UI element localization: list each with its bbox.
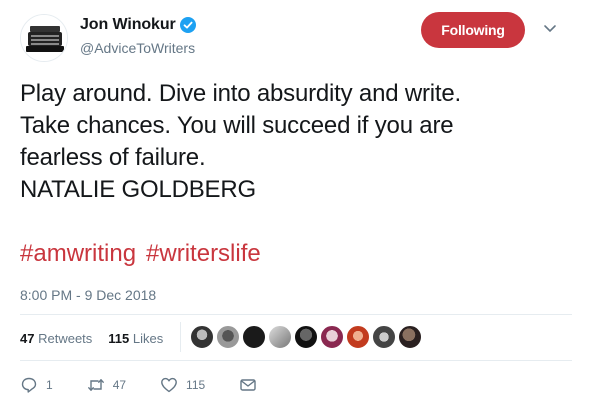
retweet-count: 47 <box>112 378 127 392</box>
liker-avatars <box>190 325 424 349</box>
tweet-line: NATALIE GOLDBERG <box>20 176 256 203</box>
tweet-timestamp[interactable]: 8:00 PM - 9 Dec 2018 <box>20 287 156 303</box>
reply-icon <box>21 377 37 393</box>
liker-avatar[interactable] <box>216 325 240 349</box>
tweet-actions: 1 47 115 <box>20 376 291 394</box>
heart-icon <box>161 377 177 393</box>
tweet-line: Take chances. You will succeed if you ar… <box>20 112 454 139</box>
like-count: 115 <box>186 378 206 392</box>
like-button[interactable]: 115 <box>160 376 205 394</box>
tweet-line: fearless of failure. <box>20 144 206 171</box>
profile-avatar[interactable] <box>20 14 68 62</box>
direct-message-button[interactable] <box>239 376 257 394</box>
liker-avatar[interactable] <box>242 325 266 349</box>
liker-avatar[interactable] <box>372 325 396 349</box>
hashtags: #amwriting #writerslife <box>20 238 271 270</box>
liker-avatar[interactable] <box>268 325 292 349</box>
stats-separator <box>180 322 181 352</box>
retweet-button[interactable]: 47 <box>87 376 126 394</box>
likes-count: 115 <box>108 331 130 346</box>
liker-avatar[interactable] <box>346 325 370 349</box>
retweets-label: Retweets <box>38 331 93 346</box>
user-handle[interactable]: @AdviceToWriters <box>80 40 196 56</box>
liker-avatar[interactable] <box>294 325 318 349</box>
retweet-icon <box>87 379 104 391</box>
tweet-stats: 47 Retweets 115 Likes <box>20 331 163 346</box>
retweets-count: 47 <box>20 331 35 346</box>
chevron-down-icon[interactable] <box>543 24 557 34</box>
liker-avatar[interactable] <box>320 325 344 349</box>
hashtag-link[interactable]: #amwriting <box>20 240 136 267</box>
following-button[interactable]: Following <box>421 12 525 48</box>
hashtag-link[interactable]: #writerslife <box>146 240 261 267</box>
typewriter-icon <box>21 15 67 61</box>
likes-label: Likes <box>132 331 164 346</box>
divider <box>20 314 572 315</box>
retweets-stat[interactable]: 47 Retweets <box>20 331 92 346</box>
reply-button[interactable]: 1 <box>20 376 53 394</box>
user-names: Jon Winokur @AdviceToWriters <box>80 16 196 56</box>
display-name[interactable]: Jon Winokur <box>80 16 176 34</box>
tweet-text: Play around. Dive into absurdity and wri… <box>20 78 576 206</box>
likes-stat[interactable]: 115 Likes <box>108 331 163 346</box>
verified-badge-icon <box>179 17 196 33</box>
liker-avatar[interactable] <box>398 325 422 349</box>
liker-avatar[interactable] <box>190 325 214 349</box>
envelope-icon <box>240 379 256 391</box>
tweet-line: Play around. Dive into absurdity and wri… <box>20 80 461 107</box>
reply-count: 1 <box>46 378 53 392</box>
divider <box>20 360 572 361</box>
